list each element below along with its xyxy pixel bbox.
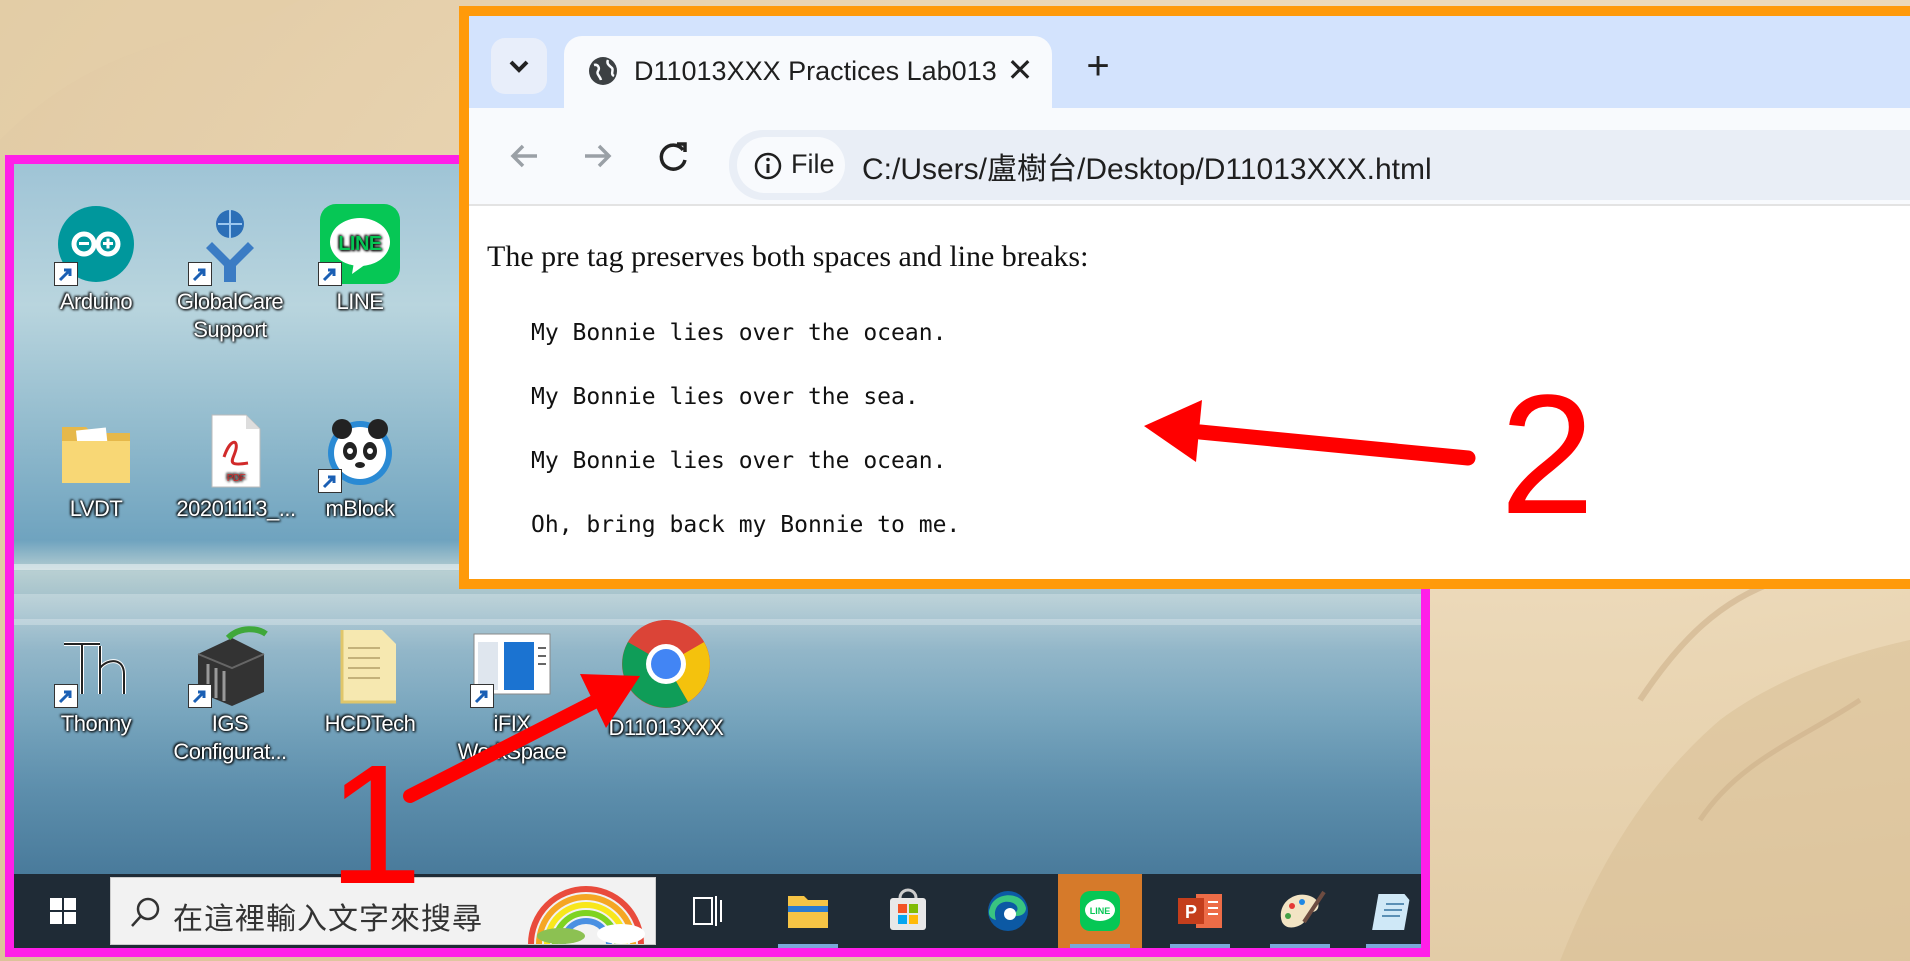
desktop-icon-mblock[interactable]: mBlock [300,409,420,523]
forward-button[interactable] [571,130,623,182]
mblock-panda-icon [318,409,402,493]
annotation-step-2: 2 [1500,360,1595,550]
ifix-workspace-icon [470,624,554,708]
windows-logo-icon [50,898,76,924]
desktop-icon-line[interactable]: LINE LINE [300,202,420,316]
tab-search-button[interactable] [491,38,547,94]
shortcut-arrow-icon [188,262,212,286]
paint-palette-icon [1280,890,1326,928]
svg-text:LINE: LINE [338,233,382,255]
taskbar-app-powerpoint[interactable]: P [1158,874,1242,948]
desktop-icon-label: Arduino [59,289,133,314]
pre-block: My Bonnie lies over the ocean. My Bonnie… [531,301,960,557]
running-indicator [1070,944,1130,948]
line-app-icon: LINE [318,202,402,286]
arrow-right-icon [585,144,612,168]
running-indicator [778,944,838,948]
desktop-icon-d11013xxx[interactable]: D11013XXX [606,616,726,742]
address-bar[interactable]: File C:/Users/盧樹台/Desktop/D11013XXX.html [729,130,1910,200]
running-indicator [1366,944,1421,948]
desktop-icon-igs[interactable]: IGS Configurat... [170,624,290,766]
desktop-icon-label: 20201113_... [176,496,296,521]
desktop-icon-label: IGS Configurat... [173,711,287,764]
taskbar-app-line[interactable]: LINE [1058,874,1142,948]
store-bag-icon [890,888,926,930]
info-icon [754,152,782,180]
chrome-icon [618,616,714,712]
shortcut-arrow-icon [188,684,212,708]
browser-toolbar: File C:/Users/盧樹台/Desktop/D11013XXX.html [469,108,1910,206]
desktop-icon-label: D11013XXX [608,715,724,740]
start-button[interactable] [28,886,98,936]
shortcut-arrow-icon [318,469,342,493]
task-view-button[interactable] [666,874,750,948]
folder-icon [328,624,412,708]
pre-line: My Bonnie lies over the sea. [531,384,919,410]
new-tab-button[interactable]: + [1074,44,1122,92]
desktop-icon-label: LVDT [69,496,123,521]
pdf-file-icon: PDF [194,409,278,493]
taskbar-app-notepad[interactable] [1354,874,1421,948]
svg-text:LINE: LINE [1090,906,1111,916]
browser-window: D11013XXX Practices Lab013 ✕ + File C:/U… [459,6,1910,589]
globe-icon [589,57,617,85]
desktop-icon-label: iFIX WorkSpace [457,711,567,764]
desktop-icon-label: mBlock [325,496,395,521]
shortcut-arrow-icon [54,262,78,286]
shortcut-arrow-icon [470,684,494,708]
url-text[interactable]: C:/Users/盧樹台/Desktop/D11013XXX.html [862,144,1432,188]
running-indicator [1270,944,1330,948]
desktop-icon-hcdtech[interactable]: HCDTech [310,624,430,738]
page-intro-text: The pre tag preserves both spaces and li… [487,240,1089,273]
back-button[interactable] [499,130,551,182]
desktop-icon-globalcare[interactable]: GlobalCare Support [170,202,290,344]
tab-active[interactable]: D11013XXX Practices Lab013 ✕ [564,36,1052,108]
svg-text:PDF: PDF [227,473,246,484]
taskbar-app-paint[interactable] [1258,874,1342,948]
taskbar-app-file-explorer[interactable] [766,874,850,948]
pre-line: My Bonnie lies over the ocean. [531,320,947,346]
arduino-icon [54,202,138,286]
desktop-icon-thonny[interactable]: Thonny [36,624,156,738]
edge-icon [988,891,1028,931]
tab-close-button[interactable]: ✕ [1004,52,1036,88]
taskbar-app-edge[interactable] [966,874,1050,948]
search-icon [131,897,160,927]
desktop-icon-lvdt[interactable]: LVDT [36,409,156,523]
rainbow-icon [528,886,645,944]
reload-button[interactable] [647,130,699,182]
tab-title: D11013XXX Practices Lab013 [634,56,997,86]
globalcare-icon [188,202,272,286]
site-info-chip[interactable]: File [737,137,845,193]
file-explorer-icon [788,896,828,928]
arrow-left-icon [510,144,537,168]
page-content: The pre tag preserves both spaces and li… [469,206,1910,579]
desktop-icon-ifix[interactable]: iFIX WorkSpace [452,624,572,766]
desktop-icon-label: LINE [336,289,384,314]
task-view-icon [693,896,722,926]
taskbar-app-store[interactable] [866,874,950,948]
site-chip-label: File [791,149,835,179]
svg-text:P: P [1185,902,1197,922]
taskbar: 在這裡輸入文字來搜尋 LINE P [14,874,1421,948]
pre-line: My Bonnie lies over the ocean. [531,448,947,474]
desktop-icon-label: GlobalCare Support [176,289,284,342]
folder-icon [54,409,138,493]
pre-line: Oh, bring back my Bonnie to me. [531,512,961,538]
thonny-icon [54,624,138,708]
reload-icon [659,142,687,171]
powerpoint-icon: P [1178,894,1222,928]
line-app-icon: LINE [1080,891,1120,931]
desktop-icon-label: Thonny [60,711,132,736]
tab-strip: D11013XXX Practices Lab013 ✕ + [469,16,1910,108]
annotation-step-1: 1 [328,730,423,920]
shortcut-arrow-icon [54,684,78,708]
shortcut-arrow-icon [318,262,342,286]
chevron-down-icon [509,60,529,73]
notepad-icon [1372,894,1410,930]
igs-configurator-icon [188,624,272,708]
desktop-icon-20201113[interactable]: PDF 20201113_... [176,409,296,523]
desktop-icon-arduino[interactable]: Arduino [36,202,156,316]
running-indicator [1170,944,1230,948]
